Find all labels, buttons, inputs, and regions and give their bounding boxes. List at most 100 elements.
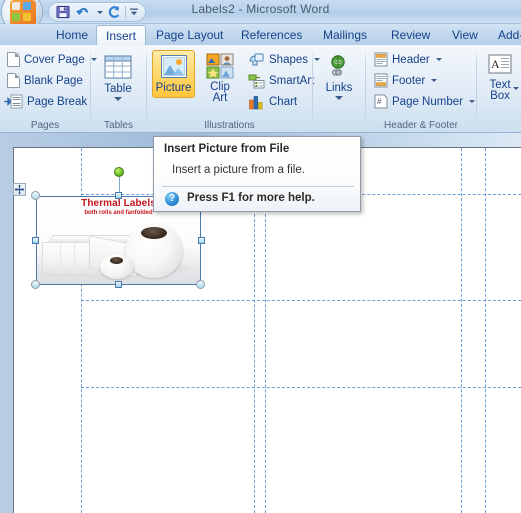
page-number-label: Page Number xyxy=(392,95,463,108)
resize-handle-top-center[interactable] xyxy=(115,192,122,199)
chart-label: Chart xyxy=(269,95,298,108)
table-gridline-vertical xyxy=(254,194,255,513)
ribbon-group-pages: Cover Page Blank Page Page Break Pages xyxy=(0,45,97,133)
resize-handle-middle-left[interactable] xyxy=(32,237,39,244)
undo-arrow-icon xyxy=(76,8,89,15)
quick-access-toolbar xyxy=(48,2,146,22)
header-label: Header xyxy=(392,53,430,66)
chevron-down-icon xyxy=(96,10,103,14)
toolbar-divider xyxy=(125,6,126,18)
page-break-icon xyxy=(4,94,23,109)
page-break-label: Page Break xyxy=(27,95,88,108)
smartart-icon xyxy=(248,73,265,89)
shapes-icon xyxy=(248,52,265,68)
links-button[interactable]: Links xyxy=(317,51,361,102)
chevron-down-icon xyxy=(435,58,442,61)
chevron-down-icon xyxy=(431,79,438,82)
smartart-button[interactable]: SmartArt xyxy=(245,71,317,90)
cover-page-button[interactable]: Cover Page xyxy=(4,50,100,69)
page-break-button[interactable]: Page Break xyxy=(1,92,90,111)
office-logo-icon xyxy=(10,0,36,26)
links-label: Links xyxy=(325,82,353,94)
tab-mailings[interactable]: Mailings xyxy=(314,25,376,45)
label-roll-small-core xyxy=(110,257,123,264)
svg-text:#: # xyxy=(377,97,382,106)
table-grid-icon xyxy=(102,54,134,82)
links-globe-icon xyxy=(325,54,353,81)
tooltip-help-text: Press F1 for more help. xyxy=(187,192,315,204)
customize-qat-button[interactable] xyxy=(128,4,140,21)
text-box-button[interactable]: A Text Box xyxy=(479,51,521,104)
save-button[interactable] xyxy=(54,4,72,21)
tab-references[interactable]: References xyxy=(232,25,311,45)
table-gridline-horizontal xyxy=(81,387,521,388)
resize-handle-bottom-right[interactable] xyxy=(196,280,205,289)
footer-icon xyxy=(374,73,388,88)
redo-arrow-icon xyxy=(108,6,120,18)
fanfold-fold-line xyxy=(60,242,61,275)
table-gridline-horizontal xyxy=(81,300,521,301)
help-question-icon: ? xyxy=(165,192,179,206)
page-number-icon: # xyxy=(374,94,388,109)
table-label: Table xyxy=(104,83,132,95)
table-gridline-vertical xyxy=(265,194,266,513)
undo-dropdown-button[interactable] xyxy=(94,4,103,21)
text-box-icon: A xyxy=(486,54,514,78)
page-number-button[interactable]: # Page Number xyxy=(371,92,478,111)
tooltip-title: Insert Picture from File xyxy=(164,143,290,155)
cover-page-icon xyxy=(7,52,20,67)
blank-page-icon xyxy=(7,73,20,88)
resize-handle-bottom-center[interactable] xyxy=(115,281,122,288)
smartart-label: SmartArt xyxy=(269,74,315,87)
blank-page-label: Blank Page xyxy=(24,74,83,87)
table-gridline-vertical xyxy=(485,148,486,513)
picture-label: Picture xyxy=(155,82,192,94)
chevron-down-icon xyxy=(335,95,343,100)
ribbon-group-illustrations: Picture Clip Art Shapes SmartArt Chart I… xyxy=(147,45,321,133)
ribbon-group-links: Links xyxy=(313,45,365,133)
redo-button[interactable] xyxy=(105,4,123,21)
clip-art-button[interactable]: Clip Art xyxy=(199,50,241,106)
shapes-label: Shapes xyxy=(269,53,309,66)
ribbon-tab-strip: Home Insert Page Layout References Maili… xyxy=(0,24,521,46)
footer-button[interactable]: Footer xyxy=(371,71,440,90)
tooltip-insert-picture: Insert Picture from File Insert a pictur… xyxy=(153,136,361,212)
footer-label: Footer xyxy=(392,74,426,87)
table-move-handle[interactable] xyxy=(13,183,26,196)
group-label-tables: Tables xyxy=(104,120,133,131)
tab-review[interactable]: Review xyxy=(382,25,439,45)
tab-home[interactable]: Home xyxy=(47,25,97,45)
picture-button[interactable]: Picture xyxy=(152,50,195,98)
chart-icon xyxy=(248,94,265,110)
group-label-pages: Pages xyxy=(30,120,60,131)
resize-handle-middle-right[interactable] xyxy=(198,237,205,244)
tab-view[interactable]: View xyxy=(443,25,487,45)
svg-text:A: A xyxy=(491,57,500,71)
blank-page-button[interactable]: Blank Page xyxy=(4,71,86,90)
tooltip-body: Insert a picture from a file. xyxy=(172,164,305,176)
group-label-header-footer: Header & Footer xyxy=(384,120,458,131)
resize-handle-top-left[interactable] xyxy=(31,191,40,200)
table-button[interactable]: Table xyxy=(95,51,141,103)
fanfold-fold-line xyxy=(74,242,75,275)
resize-handle-bottom-left[interactable] xyxy=(31,280,40,289)
ribbon-group-header-footer: Header Footer # Page Number Header & Foo… xyxy=(366,45,476,133)
chevron-down-icon xyxy=(513,87,519,90)
header-button[interactable]: Header xyxy=(371,50,445,69)
ribbon-group-text: A Text Box xyxy=(477,45,521,133)
ribbon-group-tables: Table Tables xyxy=(91,45,146,133)
undo-button[interactable] xyxy=(74,4,92,21)
header-icon xyxy=(374,52,388,67)
tab-insert[interactable]: Insert xyxy=(96,25,147,46)
label-roll-large-core xyxy=(141,227,167,239)
clip-art-label: Clip Art xyxy=(210,81,230,104)
tab-page-layout[interactable]: Page Layout xyxy=(147,25,232,45)
move-cross-icon xyxy=(14,184,25,195)
floppy-disk-icon xyxy=(56,5,70,19)
ribbon: Cover Page Blank Page Page Break Pages T… xyxy=(0,45,521,133)
chevron-down-icon xyxy=(114,96,122,101)
clip-art-icon xyxy=(205,53,236,80)
chart-button[interactable]: Chart xyxy=(245,92,300,111)
rotation-handle[interactable] xyxy=(114,167,124,177)
tab-add-ins[interactable]: Add- xyxy=(489,25,521,45)
